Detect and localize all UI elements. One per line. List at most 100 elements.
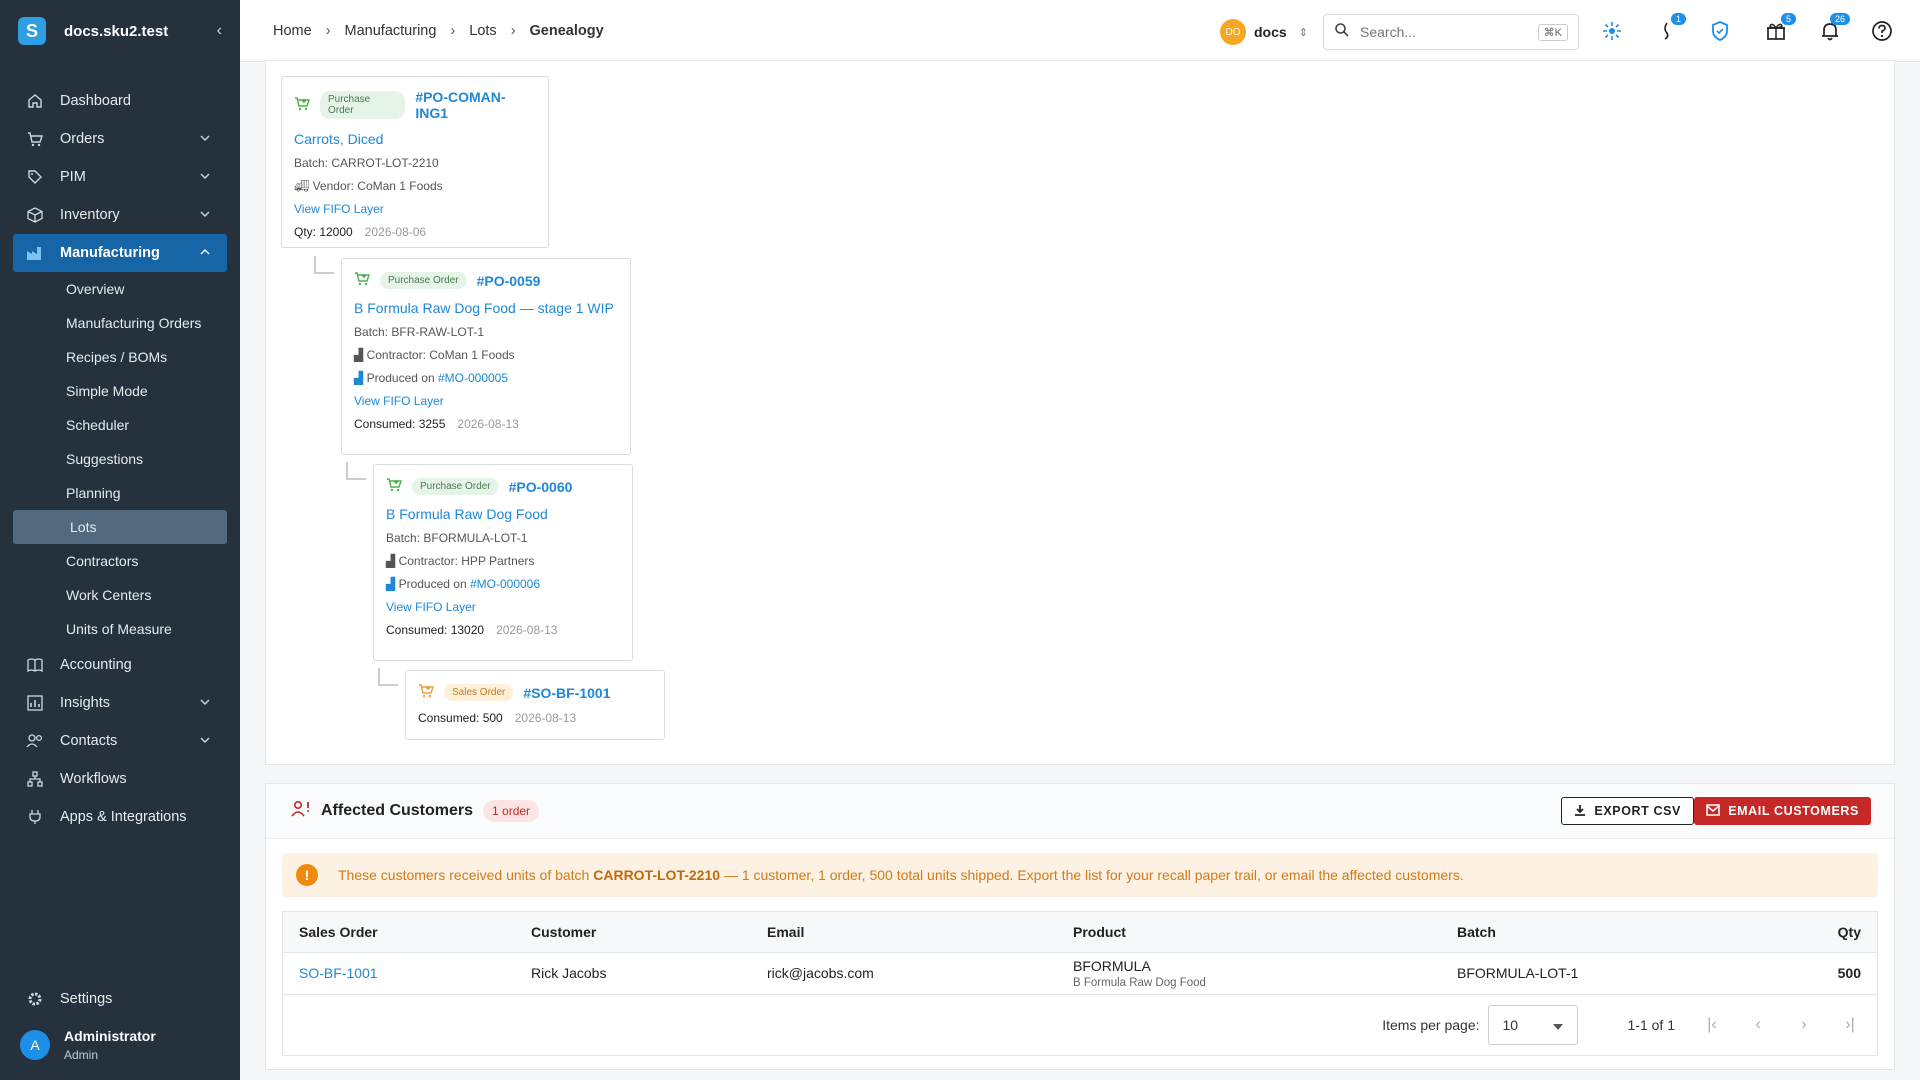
whats-new-icon[interactable]: 1: [1654, 13, 1686, 43]
sidebar-item-settings[interactable]: Settings: [0, 980, 240, 1018]
party-row: ▟ Contractor: CoMan 1 Foods: [354, 348, 618, 362]
order-ref-link[interactable]: #PO-0059: [477, 273, 541, 289]
chevron-down-icon: [200, 207, 210, 223]
type-tag: Purchase Order: [412, 478, 499, 495]
paginator: Items per page: 10 1-1 of 1 |‹ ‹ › ›|: [283, 995, 1877, 1055]
genealogy-node: Purchase Order #PO-COMAN-ING1 Carrots, D…: [281, 76, 549, 248]
sidebar-item-accounting[interactable]: Accounting: [0, 646, 240, 684]
truck-icon: 🚚︎: [294, 179, 310, 193]
column-header-qty[interactable]: Qty: [1761, 912, 1877, 953]
sidebar: S docs.sku2.test ‹ Dashboard Orders PIM …: [0, 0, 240, 1080]
ai-sparkle-icon[interactable]: [1600, 19, 1624, 43]
subnav-item-manufacturing-orders[interactable]: Manufacturing Orders: [0, 306, 240, 340]
logo-icon[interactable]: S: [18, 17, 46, 45]
sidebar-item-label: PIM: [60, 169, 86, 185]
prev-page-icon[interactable]: ‹: [1749, 1016, 1767, 1034]
sidebar-item-apps-integrations[interactable]: Apps & Integrations: [0, 798, 240, 836]
affected-customers-header: Affected Customers 1 order EXPORT CSV EM…: [266, 784, 1894, 839]
sales-order-link[interactable]: SO-BF-1001: [299, 965, 378, 981]
product-link[interactable]: B Formula Raw Dog Food: [386, 506, 620, 522]
collapse-sidebar-icon[interactable]: ‹: [217, 22, 222, 40]
subnav-item-contractors[interactable]: Contractors: [0, 544, 240, 578]
order-ref-link[interactable]: #PO-0060: [509, 479, 573, 495]
column-header-batch[interactable]: Batch: [1441, 912, 1762, 953]
genealogy-panel: Purchase Order #PO-COMAN-ING1 Carrots, D…: [265, 60, 1895, 765]
user-menu[interactable]: A Administrator Admin: [0, 1018, 240, 1080]
breadcrumb-lots[interactable]: Lots: [469, 23, 496, 39]
column-header-email[interactable]: Email: [751, 912, 1057, 953]
subnav-item-recipes-boms[interactable]: Recipes / BOMs: [0, 340, 240, 374]
sidebar-item-manufacturing[interactable]: Manufacturing: [13, 234, 227, 272]
contractor-text: Contractor: CoMan 1 Foods: [366, 348, 515, 362]
sidebar-footer: Settings A Administrator Admin: [0, 980, 240, 1080]
subnav-item-lots[interactable]: Lots: [13, 510, 227, 544]
notifications-badge: 26: [1829, 13, 1850, 25]
view-fifo-layer-link[interactable]: View FIFO Layer: [354, 394, 618, 408]
order-ref-link[interactable]: #PO-COMAN-ING1: [415, 89, 536, 121]
help-icon[interactable]: [1870, 19, 1894, 43]
export-csv-label: EXPORT CSV: [1594, 804, 1681, 818]
export-csv-button[interactable]: EXPORT CSV: [1561, 797, 1694, 825]
gift-icon[interactable]: 5: [1764, 13, 1796, 43]
chart-icon: [26, 694, 44, 712]
order-ref-link[interactable]: #SO-BF-1001: [523, 685, 610, 701]
sidebar-item-label: Accounting: [60, 657, 132, 673]
sidebar-item-insights[interactable]: Insights: [0, 684, 240, 722]
date-text: 2026-08-13: [457, 417, 519, 431]
first-page-icon[interactable]: |‹: [1703, 1016, 1721, 1034]
subnav-item-suggestions[interactable]: Suggestions: [0, 442, 240, 476]
unfold-icon: ⇕: [1298, 26, 1308, 39]
chevron-up-icon: [200, 245, 210, 261]
items-per-page-select[interactable]: 10: [1487, 1004, 1578, 1045]
breadcrumb-separator-icon: ›: [325, 22, 331, 39]
subnav-item-simple-mode[interactable]: Simple Mode: [0, 374, 240, 408]
whats-new-badge: 1: [1670, 13, 1686, 25]
alert-prefix: These customers received units of batch: [338, 867, 594, 883]
column-header-customer[interactable]: Customer: [515, 912, 751, 953]
sidebar-item-orders[interactable]: Orders: [0, 120, 240, 158]
shield-icon[interactable]: [1708, 19, 1732, 43]
factory-icon: ▟: [354, 371, 364, 385]
breadcrumb-home[interactable]: Home: [273, 23, 312, 39]
chevron-down-icon: [200, 695, 210, 711]
mo-link[interactable]: #MO-000005: [438, 371, 508, 385]
factory-icon: ▟: [354, 348, 364, 362]
qty-text: Consumed: 500: [418, 711, 503, 725]
subnav-item-overview[interactable]: Overview: [0, 272, 240, 306]
breadcrumb-manufacturing[interactable]: Manufacturing: [345, 23, 437, 39]
type-tag: Purchase Order: [380, 272, 467, 289]
subnav-item-planning[interactable]: Planning: [0, 476, 240, 510]
sidebar-item-contacts[interactable]: Contacts: [0, 722, 240, 760]
product-sku: BFORMULA: [1073, 957, 1151, 974]
breadcrumb-separator-icon: ›: [450, 22, 456, 39]
recall-alert: ! These customers received units of batc…: [282, 853, 1878, 897]
view-fifo-layer-link[interactable]: View FIFO Layer: [386, 600, 620, 614]
page-range: 1-1 of 1: [1627, 1016, 1675, 1033]
sidebar-item-pim[interactable]: PIM: [0, 158, 240, 196]
search-input[interactable]: [1360, 24, 1520, 40]
org-switcher[interactable]: DO docs ⇕: [1220, 19, 1308, 45]
sidebar-item-workflows[interactable]: Workflows: [0, 760, 240, 798]
next-page-icon[interactable]: ›: [1795, 1016, 1813, 1034]
subnav-item-scheduler[interactable]: Scheduler: [0, 408, 240, 442]
sidebar-item-label: Apps & Integrations: [60, 809, 187, 825]
email-customers-button[interactable]: EMAIL CUSTOMERS: [1694, 797, 1871, 825]
subnav-item-units-of-measure[interactable]: Units of Measure: [0, 612, 240, 646]
type-tag: Purchase Order: [320, 91, 406, 119]
mo-link[interactable]: #MO-000006: [470, 577, 540, 591]
person-alert-icon: [291, 800, 311, 823]
subnav-item-work-centers[interactable]: Work Centers: [0, 578, 240, 612]
sidebar-item-dashboard[interactable]: Dashboard: [0, 82, 240, 120]
product-link[interactable]: B Formula Raw Dog Food — stage 1 WIP: [354, 300, 618, 316]
search-box[interactable]: ⌘K: [1323, 14, 1579, 50]
product-name: B Formula Raw Dog Food: [1073, 976, 1206, 989]
qty-cell: 500: [1761, 952, 1877, 995]
view-fifo-layer-link[interactable]: View FIFO Layer: [294, 202, 536, 216]
column-header-product[interactable]: Product: [1057, 912, 1441, 953]
brand: S docs.sku2.test ‹: [0, 0, 240, 62]
product-link[interactable]: Carrots, Diced: [294, 131, 536, 147]
sidebar-item-inventory[interactable]: Inventory: [0, 196, 240, 234]
column-header-sales-order[interactable]: Sales Order: [283, 912, 515, 953]
last-page-icon[interactable]: ›|: [1841, 1016, 1859, 1034]
bell-icon[interactable]: 26: [1818, 13, 1850, 43]
